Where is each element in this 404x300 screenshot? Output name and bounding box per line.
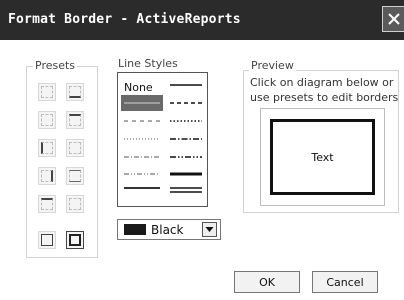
preset-bottom-border[interactable] (66, 83, 84, 101)
preview-instructions-line2: use presets to edit borders (250, 91, 399, 104)
preset-outline[interactable] (38, 231, 56, 249)
preset-vertical-mid[interactable] (66, 195, 84, 213)
preview-instructions-line1: Click on diagram below or (250, 76, 394, 89)
color-value: Black (151, 223, 184, 237)
preview-label: Preview (249, 59, 296, 72)
preset-horizontal-lines[interactable] (66, 167, 84, 185)
cancel-button[interactable]: Cancel (312, 271, 378, 293)
preview-diagram[interactable]: Text (260, 108, 385, 206)
color-swatch (124, 224, 146, 235)
preview-sample-text: Text (311, 150, 334, 164)
preset-inside-horizontal[interactable] (38, 111, 56, 129)
close-button[interactable] (382, 6, 404, 32)
preset-outline-thick[interactable] (66, 231, 84, 249)
line-style-list[interactable]: None (117, 72, 208, 207)
line-styles-label: Line Styles (116, 57, 180, 70)
window-title: Format Border - ActiveReports (8, 12, 241, 27)
color-dropdown-button[interactable] (202, 222, 217, 237)
preset-left-border[interactable] (38, 139, 56, 157)
title-bar: Format Border - ActiveReports (0, 0, 404, 40)
preset-inside-vertical[interactable] (66, 139, 84, 157)
preset-top-border[interactable] (38, 195, 56, 213)
preset-top-bottom[interactable] (66, 111, 84, 129)
close-icon (387, 13, 400, 25)
preview-border-sample[interactable]: Text (270, 119, 375, 195)
format-border-dialog: Format Border - ActiveReports Presets Li… (0, 0, 404, 300)
preset-inside-all[interactable] (38, 83, 56, 101)
presets-group (26, 66, 98, 258)
preset-right-border[interactable] (38, 167, 56, 185)
ok-button[interactable]: OK (234, 271, 300, 293)
presets-label: Presets (33, 59, 78, 72)
cancel-label: Cancel (326, 275, 364, 289)
line-style-swatches (124, 84, 202, 193)
ok-label: OK (259, 275, 275, 289)
color-dropdown[interactable]: Black (117, 219, 221, 240)
chevron-down-icon (205, 227, 214, 232)
